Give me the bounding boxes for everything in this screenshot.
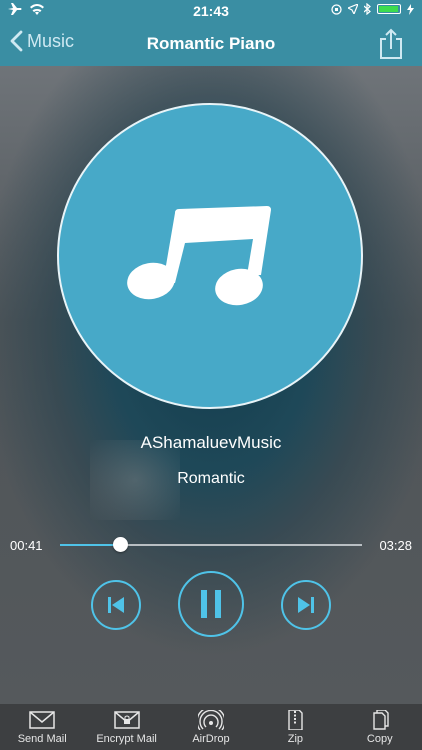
charging-icon xyxy=(407,3,414,15)
next-track-button[interactable] xyxy=(281,580,331,630)
airdrop-button[interactable]: AirDrop xyxy=(171,704,251,745)
navigation-bar: Music Romantic Piano xyxy=(0,22,422,66)
album-artwork xyxy=(57,103,363,409)
music-note-icon xyxy=(127,206,271,306)
bluetooth-icon xyxy=(364,3,371,15)
battery-icon xyxy=(377,4,401,14)
skip-forward-icon xyxy=(298,597,314,613)
send-mail-label: Send Mail xyxy=(17,733,67,745)
pause-button[interactable] xyxy=(178,571,244,637)
zip-label: Zip xyxy=(287,733,303,745)
bottom-toolbar: Send Mail Encrypt Mail AirDrop Zip Copy xyxy=(0,704,422,750)
airdrop-icon xyxy=(197,710,224,730)
copy-button[interactable]: Copy xyxy=(340,704,420,745)
progress-slider[interactable] xyxy=(60,537,362,552)
location-icon xyxy=(348,4,358,14)
share-icon xyxy=(380,28,402,59)
artist-name: AShamaluevMusic xyxy=(140,433,282,452)
previous-track-button[interactable] xyxy=(91,580,141,630)
duration-time: 03:28 xyxy=(379,538,412,553)
encrypt-mail-label: Encrypt Mail xyxy=(96,733,157,745)
share-button[interactable] xyxy=(378,28,404,60)
zip-button[interactable]: Zip xyxy=(255,704,335,745)
copy-icon xyxy=(373,710,389,730)
status-bar: 21:43 xyxy=(0,0,422,22)
status-right xyxy=(331,3,414,15)
send-mail-button[interactable]: Send Mail xyxy=(2,704,82,745)
zip-file-icon xyxy=(288,710,304,730)
encrypted-envelope-icon xyxy=(113,711,140,729)
orientation-lock-icon xyxy=(331,3,342,15)
current-time: 00:41 xyxy=(10,538,43,553)
pause-icon xyxy=(201,590,221,618)
skip-back-icon xyxy=(108,597,124,613)
airdrop-label: AirDrop xyxy=(192,733,230,745)
copy-label: Copy xyxy=(366,733,393,745)
album-name: Romantic xyxy=(177,470,245,487)
page-title: Romantic Piano xyxy=(146,34,276,53)
progress-fill xyxy=(60,544,121,546)
encrypt-mail-button[interactable]: Encrypt Mail xyxy=(87,704,167,745)
envelope-icon xyxy=(29,711,55,729)
